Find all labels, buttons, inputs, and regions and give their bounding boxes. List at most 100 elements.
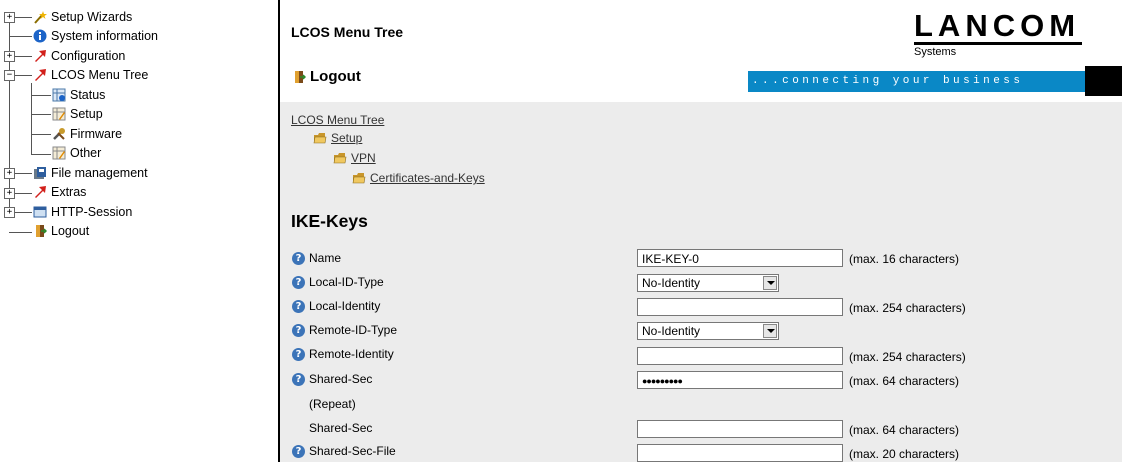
tree-item-file-management[interactable]: File management (33, 164, 148, 182)
expand-toggle[interactable]: + (4, 51, 15, 62)
field-hint: (max. 64 characters) (849, 374, 960, 388)
tree-line (9, 18, 10, 213)
tree-item-configuration[interactable]: Configuration (33, 47, 125, 65)
field-label-text: Shared-Sec (309, 421, 373, 435)
tree-item-setup-wizards[interactable]: Setup Wizards (33, 8, 132, 26)
breadcrumb-setup[interactable]: Setup (313, 131, 362, 145)
tree-line (31, 95, 51, 96)
field-label-name: ? Name (292, 248, 341, 268)
tree-item-lcos-menu-tree[interactable]: LCOS Menu Tree (33, 66, 148, 84)
tree-item-status[interactable]: Status (52, 86, 105, 104)
tree-item-http-session[interactable]: HTTP-Session (33, 203, 132, 221)
slogan-banner: ...connecting your business (748, 71, 1085, 92)
help-icon[interactable]: ? (292, 251, 305, 265)
tools-icon (52, 127, 66, 141)
status-icon (52, 88, 66, 102)
arrow-icon (33, 49, 47, 63)
tree-item-other[interactable]: Other (52, 144, 101, 162)
logout-link[interactable]: Logout (292, 68, 361, 85)
breadcrumb-label: Setup (331, 131, 363, 145)
file-management-icon (33, 166, 47, 180)
local-identity-input[interactable] (637, 298, 843, 316)
window-icon (33, 205, 47, 219)
tree-line (14, 75, 32, 76)
name-input[interactable]: IKE-KEY-0 (637, 249, 843, 267)
help-icon[interactable]: ? (292, 275, 305, 289)
tree-item-setup[interactable]: Setup (52, 105, 103, 123)
help-icon[interactable]: ? (292, 299, 305, 313)
field-label-text: Name (309, 251, 342, 265)
logout-label: Logout (310, 68, 361, 85)
tree-item-label: File management (51, 166, 148, 180)
breadcrumb-certificates-and-keys[interactable]: Certificates-and-Keys (352, 171, 485, 185)
folder-icon (313, 131, 327, 145)
chevron-down-icon[interactable] (763, 276, 777, 290)
tree-item-label: System information (51, 29, 158, 43)
tree-item-label: Configuration (51, 49, 126, 63)
select-value: No-Identity (642, 276, 701, 290)
help-icon[interactable]: ? (292, 444, 305, 458)
chevron-down-icon[interactable] (763, 324, 777, 338)
field-label-text: (Repeat) (309, 397, 356, 411)
field-label-text: Shared-Sec-File (309, 444, 396, 458)
tree-item-label: Setup (70, 107, 103, 121)
field-label-text: Shared-Sec (309, 372, 373, 386)
expand-toggle[interactable]: + (4, 207, 15, 218)
field-label-shared-sec: ? Shared-Sec (292, 369, 372, 389)
shared-sec-file-input[interactable] (637, 444, 843, 462)
shared-sec-input[interactable]: ●●●●●●●●● (637, 371, 843, 389)
field-hint: (max. 254 characters) (849, 350, 966, 364)
setup-icon (52, 107, 66, 121)
breadcrumb-lcos-menu-tree[interactable]: LCOS Menu Tree (291, 113, 384, 127)
page-title: LCOS Menu Tree (291, 24, 404, 40)
field-hint: (max. 254 characters) (849, 301, 966, 315)
field-label-shared-sec-file: ? Shared-Sec-File (292, 441, 396, 461)
field-label-remote-id-type: ? Remote-ID-Type (292, 320, 397, 340)
help-icon[interactable]: ? (292, 347, 305, 361)
folder-icon (333, 151, 347, 165)
tree-item-label: Status (70, 88, 106, 102)
field-hint: (max. 20 characters) (849, 447, 960, 461)
breadcrumb-vpn[interactable]: VPN (333, 151, 376, 165)
tree-item-label: LCOS Menu Tree (51, 68, 149, 82)
field-label-local-id-type: ? Local-ID-Type (292, 272, 384, 292)
arrow-icon (33, 68, 47, 82)
remote-identity-input[interactable] (637, 347, 843, 365)
field-label-text: Local-Identity (309, 299, 381, 313)
section-heading: IKE-Keys (291, 211, 368, 231)
field-label-shared-sec-repeat: Shared-Sec (309, 418, 372, 438)
tree-item-firmware[interactable]: Firmware (52, 125, 122, 143)
logo-subtitle: Systems (914, 46, 957, 58)
navigation-tree: + + − + + + Setup Wizards System informa… (0, 0, 272, 462)
tree-item-extras[interactable]: Extras (33, 183, 86, 201)
tree-item-label: Logout (51, 224, 90, 238)
field-hint: (max. 16 characters) (849, 252, 960, 266)
remote-id-type-select[interactable]: No-Identity (637, 322, 779, 340)
tree-line (31, 114, 51, 115)
wand-icon (33, 10, 47, 24)
help-icon[interactable]: ? (292, 372, 305, 386)
field-label-text: Remote-Identity (309, 347, 394, 361)
shared-sec-repeat-input[interactable] (637, 420, 843, 438)
expand-toggle[interactable]: + (4, 168, 15, 179)
field-label-text: Remote-ID-Type (309, 323, 398, 337)
expand-toggle[interactable]: + (4, 188, 15, 199)
tree-item-logout[interactable]: Logout (33, 222, 89, 240)
breadcrumb-label: VPN (351, 151, 376, 165)
tree-line (14, 17, 32, 18)
tree-item-label: Extras (51, 185, 87, 199)
field-label-repeat: (Repeat) (309, 394, 356, 414)
tree-item-system-information[interactable]: System information (33, 27, 158, 45)
help-icon[interactable]: ? (292, 323, 305, 337)
door-exit-icon (33, 224, 48, 238)
info-icon (33, 29, 47, 43)
folder-icon (352, 171, 366, 185)
expand-toggle[interactable]: + (4, 12, 15, 23)
local-id-type-select[interactable]: No-Identity (637, 274, 779, 292)
tree-line (14, 193, 32, 194)
field-hint: (max. 64 characters) (849, 423, 960, 437)
door-exit-icon (292, 70, 307, 84)
breadcrumb-label: Certificates-and-Keys (370, 171, 485, 185)
field-label-remote-identity: ? Remote-Identity (292, 344, 394, 364)
collapse-toggle[interactable]: − (4, 70, 15, 81)
